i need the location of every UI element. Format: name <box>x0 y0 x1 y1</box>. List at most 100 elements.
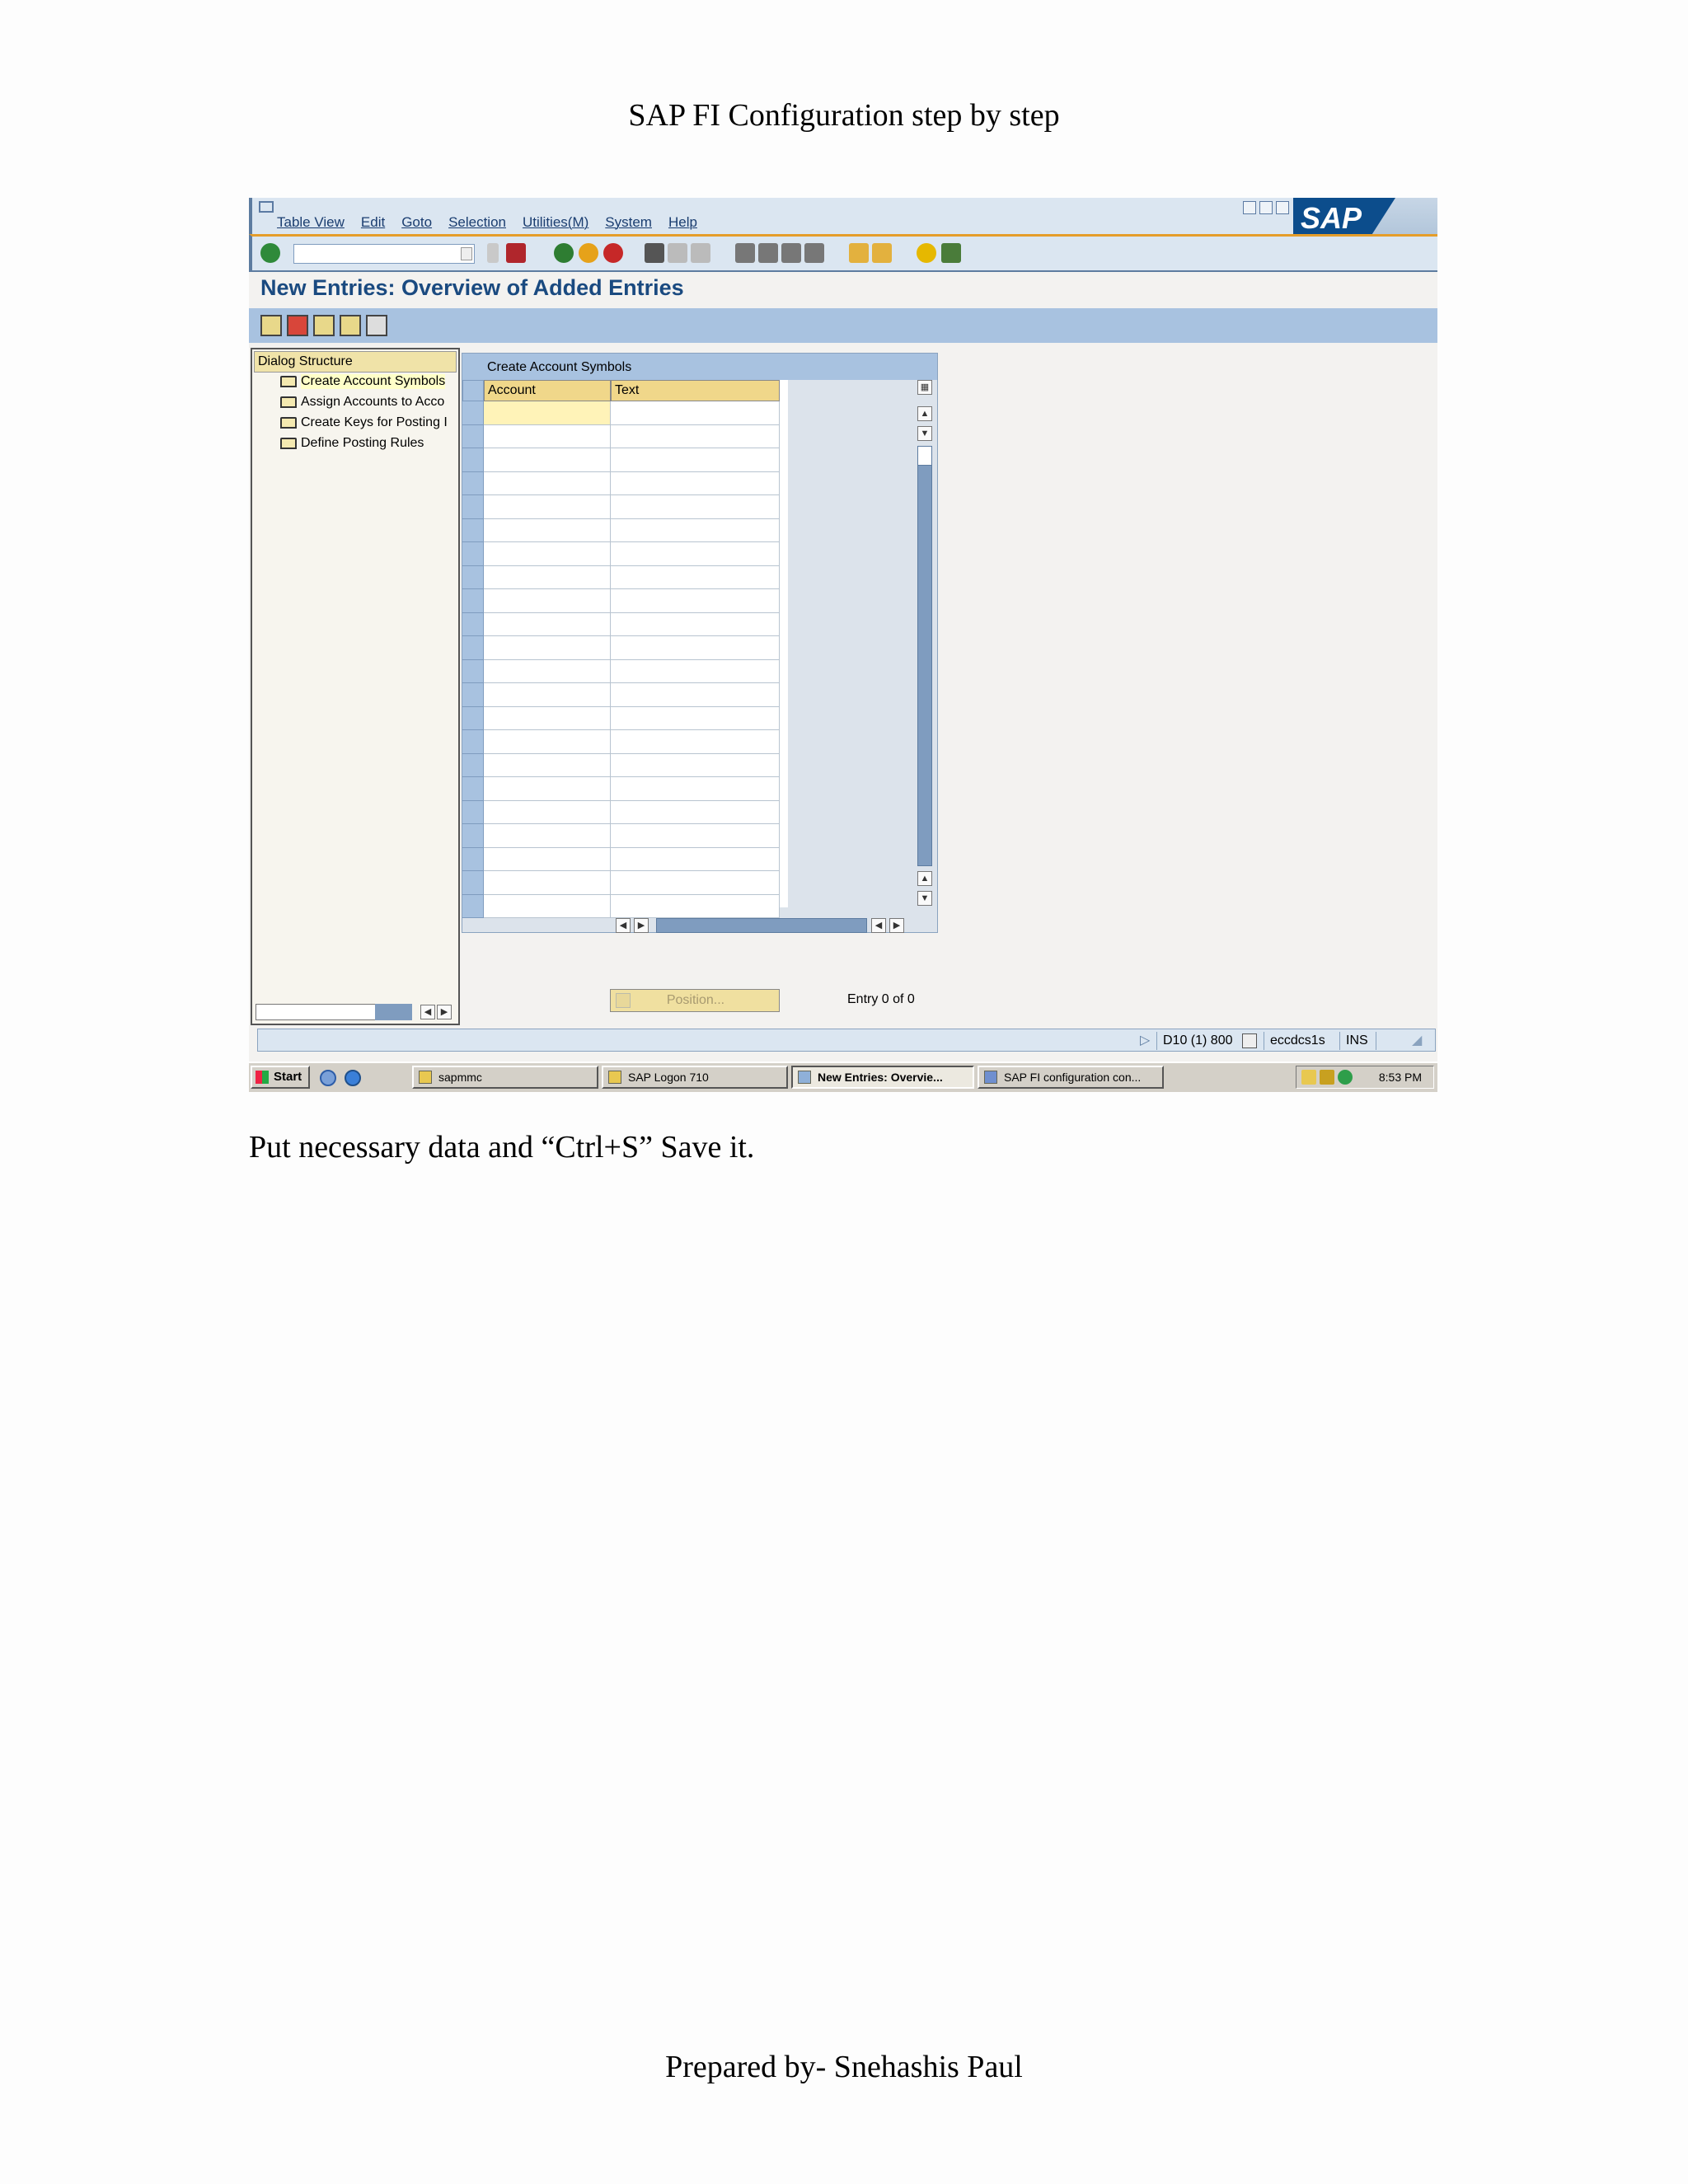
scroll-up-icon[interactable]: ▲ <box>917 406 932 421</box>
row-selector[interactable] <box>462 777 484 801</box>
row-selector[interactable] <box>462 424 484 448</box>
tree-item-create-keys[interactable]: Create Keys for Posting I <box>280 415 448 430</box>
text-input[interactable] <box>611 730 780 754</box>
account-input[interactable] <box>484 448 611 472</box>
select-all-icon[interactable] <box>462 380 484 401</box>
find-icon[interactable] <box>668 243 687 263</box>
column-header-text[interactable]: Text <box>611 380 780 401</box>
menu-table-view[interactable]: Table View <box>277 214 345 231</box>
menu-system[interactable]: System <box>605 214 652 231</box>
hscroll-left-icon[interactable]: ◀ <box>871 918 886 933</box>
previous-page-icon[interactable] <box>758 243 778 263</box>
account-input[interactable] <box>484 565 611 589</box>
cancel-icon[interactable] <box>603 243 623 263</box>
shortcut-icon[interactable] <box>872 243 892 263</box>
text-input[interactable] <box>611 495 780 519</box>
find-next-icon[interactable] <box>691 243 710 263</box>
text-input[interactable] <box>611 753 780 777</box>
text-input[interactable] <box>611 777 780 801</box>
last-page-icon[interactable] <box>804 243 824 263</box>
account-input[interactable] <box>484 495 611 519</box>
save-icon[interactable] <box>506 243 526 263</box>
row-selector[interactable] <box>462 706 484 730</box>
text-input[interactable] <box>611 471 780 495</box>
scroll-thumb[interactable] <box>917 446 932 466</box>
tree-item-define-posting-rules[interactable]: Define Posting Rules <box>280 436 424 451</box>
menu-utilities[interactable]: Utilities(M) <box>523 214 588 231</box>
taskbar-item-sapmmc[interactable]: sapmmc <box>412 1066 598 1089</box>
table-vertical-scrollbar[interactable]: ▦ ▲ ▼ ▲ ▼ <box>916 380 934 907</box>
next-page-icon[interactable] <box>781 243 801 263</box>
taskbar-item-sap-logon[interactable]: SAP Logon 710 <box>602 1066 788 1089</box>
text-input[interactable] <box>611 424 780 448</box>
taskbar-item-word-document[interactable]: SAP FI configuration con... <box>978 1066 1164 1089</box>
quicklaunch-desktop-icon[interactable] <box>320 1070 336 1086</box>
resize-grip-icon[interactable]: ◢ <box>1412 1033 1422 1049</box>
text-input[interactable] <box>611 894 780 918</box>
account-input[interactable] <box>484 636 611 660</box>
row-selector[interactable] <box>462 730 484 754</box>
quicklaunch-ie-icon[interactable] <box>345 1070 361 1086</box>
table-horizontal-scrollbar[interactable] <box>656 918 867 933</box>
taskbar-item-new-entries[interactable]: New Entries: Overvie... <box>791 1066 974 1089</box>
text-input[interactable] <box>611 871 780 895</box>
scroll-right-icon[interactable]: ▶ <box>437 1005 452 1019</box>
account-input[interactable] <box>484 824 611 848</box>
next-entry-icon[interactable] <box>340 315 361 336</box>
row-selector[interactable] <box>462 753 484 777</box>
text-input[interactable] <box>611 542 780 566</box>
account-input[interactable] <box>484 730 611 754</box>
column-header-account[interactable]: Account <box>484 380 611 401</box>
delete-icon[interactable] <box>287 315 308 336</box>
text-input[interactable] <box>611 401 780 425</box>
account-input[interactable] <box>484 589 611 613</box>
account-input[interactable] <box>484 847 611 871</box>
print-icon[interactable] <box>645 243 664 263</box>
tree-item-assign-accounts[interactable]: Assign Accounts to Acco <box>280 395 444 410</box>
dialog-horizontal-scrollbar[interactable]: ◀ ▶ <box>256 1004 453 1020</box>
account-input[interactable] <box>484 777 611 801</box>
row-selector[interactable] <box>462 847 484 871</box>
account-input[interactable] <box>484 518 611 542</box>
position-button[interactable]: Position... <box>610 989 780 1012</box>
account-input[interactable] <box>484 683 611 707</box>
tray-sap-icon[interactable] <box>1301 1070 1316 1085</box>
previous-entry-icon[interactable] <box>313 315 335 336</box>
text-input[interactable] <box>611 565 780 589</box>
row-selector[interactable] <box>462 800 484 824</box>
column-settings-icon[interactable]: ▦ <box>917 380 932 395</box>
status-expand-icon[interactable]: ▷ <box>1140 1033 1150 1049</box>
account-input[interactable] <box>484 871 611 895</box>
scroll-left-icon[interactable]: ◀ <box>420 1005 435 1019</box>
account-input[interactable] <box>484 800 611 824</box>
help-icon[interactable] <box>917 243 936 263</box>
menu-selection[interactable]: Selection <box>448 214 506 231</box>
text-input[interactable] <box>611 683 780 707</box>
minimize-icon[interactable] <box>1243 201 1256 214</box>
system-info-icon[interactable] <box>1242 1033 1257 1048</box>
text-input[interactable] <box>611 518 780 542</box>
row-selector[interactable] <box>462 824 484 848</box>
create-session-icon[interactable] <box>849 243 869 263</box>
text-input[interactable] <box>611 659 780 683</box>
account-input[interactable] <box>484 401 611 425</box>
row-selector[interactable] <box>462 894 484 918</box>
scroll-down-icon[interactable]: ▼ <box>917 426 932 441</box>
row-selector[interactable] <box>462 565 484 589</box>
tree-item-create-account-symbols[interactable]: Create Account Symbols <box>280 374 446 389</box>
account-input[interactable] <box>484 753 611 777</box>
tray-status-icon[interactable] <box>1338 1070 1353 1085</box>
row-selector[interactable] <box>462 636 484 660</box>
layout-menu-icon[interactable] <box>941 243 961 263</box>
account-input[interactable] <box>484 542 611 566</box>
window-menu-icon[interactable] <box>259 201 274 213</box>
account-input[interactable] <box>484 471 611 495</box>
account-input[interactable] <box>484 894 611 918</box>
text-input[interactable] <box>611 800 780 824</box>
menu-help[interactable]: Help <box>668 214 697 231</box>
text-input[interactable] <box>611 824 780 848</box>
row-selector[interactable] <box>462 471 484 495</box>
account-input[interactable] <box>484 659 611 683</box>
text-input[interactable] <box>611 847 780 871</box>
row-selector[interactable] <box>462 683 484 707</box>
